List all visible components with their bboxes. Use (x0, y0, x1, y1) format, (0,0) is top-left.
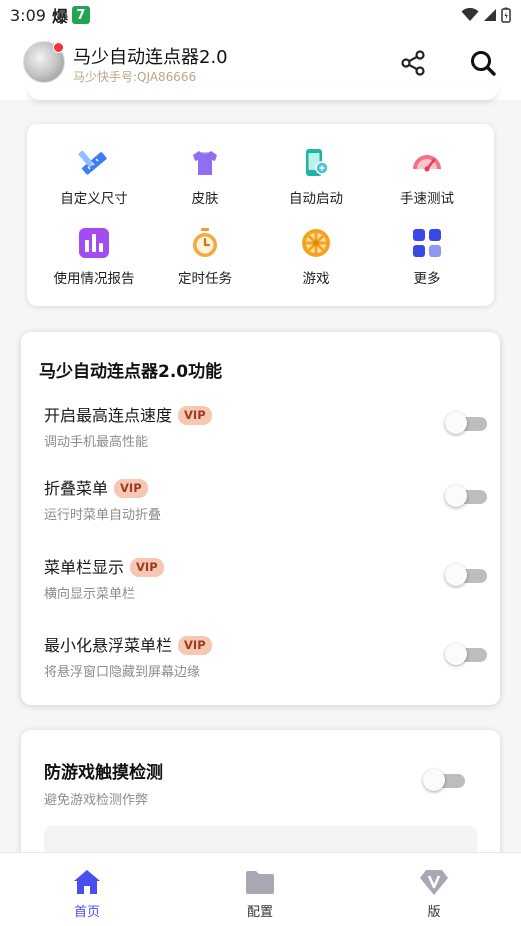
feature-row-fold-menu: 折叠菜单 VIP 运行时菜单自动折叠 (44, 475, 487, 535)
toggle-minimize-float[interactable] (445, 643, 489, 667)
nav-label: 配置 (246, 905, 273, 920)
feature-name: 开启最高连点速度 (44, 406, 173, 425)
battery-icon (501, 7, 511, 23)
speedometer-icon (413, 155, 441, 172)
nav-label: 首页 (73, 905, 100, 920)
quick-item-label: 游戏 (302, 271, 330, 287)
vip-diamond-icon (420, 870, 448, 895)
quick-item-label: 手速测试 (400, 191, 454, 207)
quick-item-auto-start[interactable]: 自动启动 (258, 147, 374, 217)
toggle-knob (423, 769, 445, 791)
feature-desc: 运行时菜单自动折叠 (44, 508, 162, 523)
home-icon (74, 870, 100, 894)
nav-label: 版 (427, 905, 441, 920)
quick-item-custom-size[interactable]: 自定义尺寸 (36, 147, 152, 217)
nav-config[interactable]: 配置 (200, 853, 320, 926)
feature-name-wrap: 折叠菜单 VIP (44, 475, 148, 499)
feature-desc: 横向显示菜单栏 (44, 587, 136, 602)
feature-name: 最小化悬浮菜单栏 (44, 636, 173, 655)
search-icon[interactable] (468, 48, 498, 78)
quick-actions-card: 自定义尺寸 皮肤 自动启动 手速测试 使用情况报告 定时任务 游戏 更多 (27, 124, 494, 306)
share-icon[interactable] (398, 48, 428, 78)
quick-item-label: 使用情况报告 (53, 271, 135, 287)
wheel-icon (302, 229, 330, 257)
toggle-fold-menu[interactable] (445, 485, 489, 509)
vip-badge: VIP (130, 558, 164, 577)
status-bar: 3:09 爆 7 (0, 0, 521, 30)
quick-item-label: 自定义尺寸 (60, 191, 128, 207)
anti-detect-title: 防游戏触摸检测 (44, 763, 163, 783)
phone-link-icon (306, 149, 329, 176)
features-title: 马少自动连点器2.0功能 (39, 362, 223, 382)
wifi-icon (461, 8, 479, 21)
quick-item-label: 自动启动 (289, 191, 343, 207)
toggle-knob (445, 564, 467, 586)
vip-badge: VIP (114, 479, 148, 498)
status-time: 3:09 (10, 5, 46, 25)
avatar[interactable] (23, 41, 65, 83)
anti-detect-desc: 避免游戏检测作弊 (44, 793, 149, 808)
feature-name-wrap: 最小化悬浮菜单栏 VIP (44, 632, 212, 656)
stopwatch-icon (193, 228, 217, 257)
notification-app-badge: 爆 (51, 7, 68, 26)
vip-badge: VIP (178, 636, 212, 655)
quick-item-usage-report[interactable]: 使用情况报告 (36, 227, 152, 297)
quick-item-more[interactable]: 更多 (369, 227, 485, 297)
vip-badge: VIP (178, 406, 212, 425)
ruler-pencil-icon (78, 150, 107, 175)
toggle-menu-bar[interactable] (445, 564, 489, 588)
feature-row-menu-bar: 菜单栏显示 VIP 横向显示菜单栏 (44, 554, 487, 614)
feature-name-wrap: 开启最高连点速度 VIP (44, 402, 212, 426)
feature-row-minimize-float: 最小化悬浮菜单栏 VIP 将悬浮窗口隐藏到屏幕边缘 (44, 632, 487, 692)
tshirt-icon (193, 151, 217, 175)
toggle-anti-detect[interactable] (423, 769, 467, 793)
toggle-knob (445, 643, 467, 665)
folder-icon (246, 871, 274, 894)
anti-detect-card: 防游戏触摸检测 避免游戏检测作弊 (21, 730, 500, 870)
quick-item-game[interactable]: 游戏 (258, 227, 374, 297)
page-title: 马少自动连点器2.0 (73, 47, 228, 68)
page-subtitle: 马少快手号:QJA86666 (73, 70, 197, 84)
feature-row-max-speed: 开启最高连点速度 VIP 调动手机最高性能 (44, 402, 487, 462)
quick-item-speed-test[interactable]: 手速测试 (369, 147, 485, 217)
feature-desc: 将悬浮窗口隐藏到屏幕边缘 (44, 665, 201, 680)
feature-name: 折叠菜单 (44, 479, 109, 498)
toggle-knob (445, 412, 467, 434)
notification-seven-badge: 7 (71, 6, 90, 24)
signal-icon (484, 9, 496, 21)
feature-desc: 调动手机最高性能 (44, 435, 149, 450)
quick-item-label: 皮肤 (191, 191, 219, 207)
nav-home[interactable]: 首页 (27, 853, 147, 926)
quick-item-skin[interactable]: 皮肤 (147, 147, 263, 217)
feature-name-wrap: 菜单栏显示 VIP (44, 554, 164, 578)
quick-item-timed-task[interactable]: 定时任务 (147, 227, 263, 297)
bar-chart-icon (79, 228, 109, 258)
features-card: 马少自动连点器2.0功能 开启最高连点速度 VIP 调动手机最高性能 折叠菜单 VI… (21, 332, 500, 705)
nav-version[interactable]: 版 (374, 853, 494, 926)
toggle-knob (445, 485, 467, 507)
quick-item-label: 更多 (413, 271, 441, 287)
toggle-max-speed[interactable] (445, 412, 489, 436)
quick-item-label: 定时任务 (178, 271, 232, 287)
top-card-edge (28, 86, 498, 100)
feature-name: 菜单栏显示 (44, 558, 125, 577)
status-indicators (461, 7, 511, 23)
bottom-nav: 首页 配置 版 (0, 852, 521, 926)
grid-more-icon (413, 229, 441, 257)
notification-dot (53, 42, 64, 53)
